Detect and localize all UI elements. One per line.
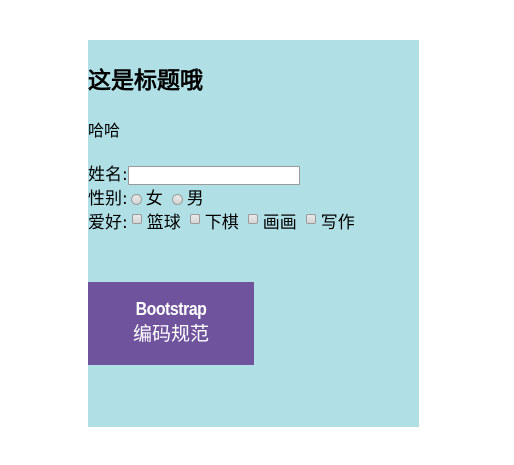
hobby-checkbox-chess[interactable]: [189, 214, 200, 224]
hobby-option-label: 画画: [262, 213, 297, 233]
name-input[interactable]: [127, 165, 300, 185]
hobby-option-label: 写作: [320, 213, 355, 233]
hobby-option-writing[interactable]: 写作: [297, 211, 355, 235]
hobby-checkbox-painting[interactable]: [247, 214, 258, 224]
hobby-option-chess[interactable]: 下棋: [181, 211, 239, 235]
hobby-row: 爱好: 篮球 下棋 画画 写作: [88, 211, 355, 235]
hobby-option-label: 下棋: [204, 213, 239, 233]
banner-brand-text: Bootstrap: [135, 299, 207, 319]
page-title: 这是标题哦: [88, 68, 203, 94]
gender-option-female[interactable]: 女: [128, 187, 163, 211]
gender-radio-male[interactable]: [171, 193, 183, 205]
hobby-checkbox-basketball[interactable]: [131, 214, 142, 224]
hobby-option-painting[interactable]: 画画: [239, 211, 297, 235]
gender-option-male[interactable]: 男: [163, 187, 204, 211]
banner-subtitle-text: 编码规范: [132, 323, 209, 345]
name-label: 姓名:: [88, 165, 128, 185]
hobby-checkbox-writing[interactable]: [305, 214, 316, 224]
hobby-option-label: 篮球: [146, 213, 181, 233]
paragraph-text: 哈哈: [88, 121, 121, 140]
name-row: 姓名:: [88, 163, 300, 187]
gender-option-label: 男: [186, 189, 204, 209]
gender-radio-female[interactable]: [130, 193, 142, 205]
hobby-option-basketball[interactable]: 篮球: [128, 211, 181, 235]
content-panel: 这是标题哦 哈哈 姓名: 性别: 女 男 爱好: 篮球 下棋 画画 写作 Boo…: [88, 40, 419, 427]
gender-row: 性别: 女 男: [88, 187, 204, 211]
gender-option-label: 女: [145, 189, 163, 209]
bootstrap-banner-image: Bootstrap 编码规范: [88, 282, 254, 365]
gender-label: 性别:: [88, 189, 128, 209]
hobby-label: 爱好:: [88, 213, 128, 233]
